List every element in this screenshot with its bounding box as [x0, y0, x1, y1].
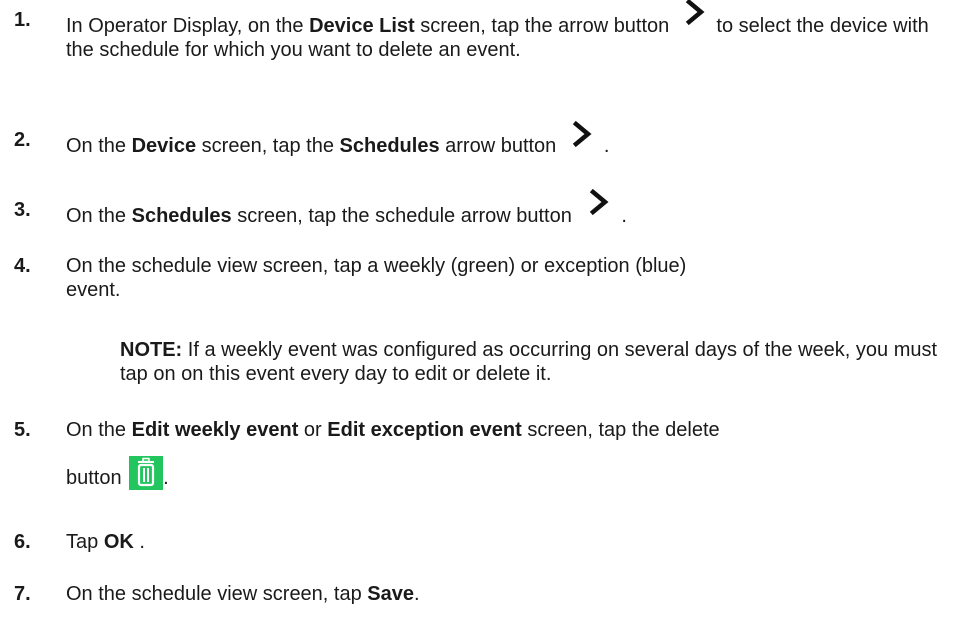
note-text: If a weekly event was configured as occu…	[120, 339, 938, 385]
text-segment: .	[133, 531, 145, 553]
step-number: 3.	[14, 199, 31, 221]
chevron-right-icon	[675, 0, 711, 32]
text-segment: arrow button	[439, 135, 562, 157]
text-segment: .	[621, 205, 627, 227]
step-text: Tap OK .	[66, 530, 946, 554]
text-segment: On the schedule view screen, tap	[66, 583, 368, 605]
ui-term: Edit weekly event	[131, 419, 299, 441]
ui-term: Device	[131, 135, 197, 157]
step-number: 4.	[14, 255, 31, 277]
text-segment: screen, tap the schedule arrow button	[231, 205, 578, 227]
text-segment: On the	[66, 419, 132, 441]
text-segment: .	[414, 583, 420, 605]
text-segment: Tap	[66, 531, 104, 553]
ui-term: Save	[367, 583, 414, 605]
step-number: 7.	[14, 583, 31, 605]
text-segment: On the	[66, 135, 132, 157]
step-text-line2: button .	[66, 456, 946, 490]
ui-term: Schedules	[339, 135, 440, 157]
step-text: In Operator Display, on the Device List …	[66, 0, 942, 62]
step-number: 5.	[14, 419, 31, 441]
text-segment: button	[66, 467, 128, 489]
text-segment: screen, tap the	[196, 135, 340, 157]
ui-term: Edit exception event	[327, 419, 522, 441]
text-segment: screen, tap the arrow button	[414, 15, 675, 37]
note-box: NOTE: If a weekly event was configured a…	[120, 338, 950, 386]
text-segment: .	[603, 135, 610, 157]
text-segment: In Operator Display, on the	[66, 15, 310, 37]
note-label: NOTE:	[120, 339, 183, 361]
text-segment: screen, tap the delete	[521, 419, 720, 441]
chevron-right-icon	[577, 188, 621, 222]
step-number: 2.	[14, 129, 31, 151]
step-text: On the Edit weekly event or Edit excepti…	[66, 418, 946, 490]
ui-term: Device List	[309, 15, 415, 37]
chevron-right-icon	[562, 120, 604, 152]
trash-icon	[129, 456, 164, 490]
step-text: On the Schedules screen, tap the schedul…	[66, 188, 946, 228]
text-segment: On the	[66, 205, 132, 227]
text-segment: or	[298, 419, 328, 441]
step-text: On the Device screen, tap the Schedules …	[66, 120, 946, 158]
text-segment: .	[163, 467, 169, 489]
step-text: On the schedule view screen, tap a weekl…	[66, 255, 687, 301]
step-number: 6.	[14, 531, 31, 553]
ui-term: Schedules	[131, 205, 232, 227]
ui-term: OK	[103, 531, 134, 553]
step-number: 1.	[14, 9, 31, 31]
step-text: On the schedule view screen, tap Save.	[66, 582, 946, 606]
